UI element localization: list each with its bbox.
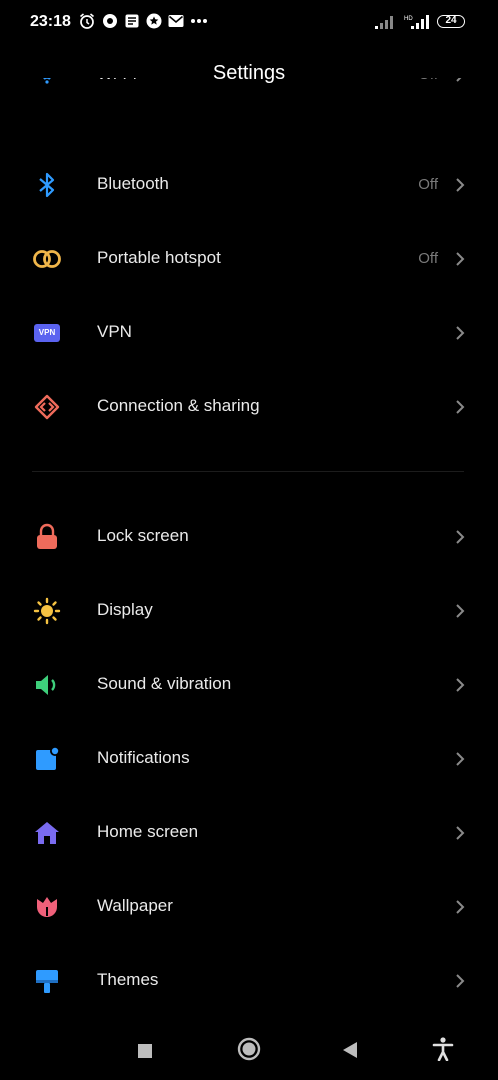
- chevron-right-icon: [456, 974, 465, 988]
- settings-item-bluetooth[interactable]: Bluetooth Off: [0, 148, 498, 222]
- status-bar: 23:18 HD 24: [0, 0, 498, 46]
- lock-icon: [32, 523, 62, 549]
- section-divider: [32, 471, 464, 472]
- settings-item-vpn[interactable]: VPN VPN: [0, 296, 498, 370]
- speaker-icon: [32, 673, 62, 697]
- chevron-right-icon: [456, 604, 465, 618]
- home-icon: [32, 821, 62, 845]
- signal-1-icon: [375, 16, 393, 29]
- navigation-bar: [0, 1020, 498, 1080]
- vpn-icon: VPN: [32, 321, 62, 345]
- settings-item-label: Home screen: [97, 822, 199, 841]
- settings-item-label: Bluetooth: [97, 174, 169, 193]
- back-triangle-icon[interactable]: [342, 1041, 358, 1059]
- settings-item-value: Off: [418, 176, 438, 193]
- settings-item-label: Notifications: [97, 748, 190, 767]
- settings-item-label: Portable hotspot: [97, 248, 221, 267]
- chevron-right-icon: [456, 252, 465, 266]
- settings-item-label: Themes: [97, 970, 159, 989]
- settings-item-label: Lock screen: [97, 526, 189, 545]
- recents-square-icon[interactable]: [137, 1043, 153, 1059]
- svg-text:HD: HD: [404, 16, 413, 22]
- settings-item-lock-screen[interactable]: Lock screen: [0, 500, 498, 574]
- settings-item-connection-sharing[interactable]: Connection & sharing: [0, 370, 498, 444]
- star-icon: [146, 13, 162, 29]
- notification-icon: [32, 746, 62, 771]
- settings-item-themes[interactable]: Themes: [0, 944, 498, 1018]
- alarm-icon: [79, 13, 95, 29]
- signal-2-icon: HD: [404, 15, 429, 29]
- chevron-right-icon: [456, 400, 465, 414]
- bluetooth-icon: [32, 172, 62, 198]
- settings-item-sound-vibration[interactable]: Sound & vibration: [0, 648, 498, 722]
- status-notification-icons: [78, 12, 208, 30]
- settings-item-display[interactable]: Display: [0, 574, 498, 648]
- settings-item-label: Connection & sharing: [97, 396, 260, 415]
- mail-icon: [168, 15, 184, 27]
- more-dots-icon: [191, 19, 207, 23]
- status-time: 23:18: [30, 13, 71, 30]
- battery-indicator: 24: [437, 15, 465, 28]
- chevron-right-icon: [456, 752, 465, 766]
- chevron-right-icon: [456, 900, 465, 914]
- hotspot-icon: [32, 247, 62, 271]
- home-circle-icon[interactable]: [237, 1037, 261, 1061]
- paint-brush-icon: [32, 969, 62, 993]
- settings-item-label: Display: [97, 600, 153, 619]
- tulip-icon: [32, 895, 62, 919]
- connection-sharing-icon: [32, 394, 62, 420]
- record-icon: [103, 14, 117, 28]
- settings-item-home-screen[interactable]: Home screen: [0, 796, 498, 870]
- settings-item-notifications[interactable]: Notifications: [0, 722, 498, 796]
- chevron-right-icon: [456, 178, 465, 192]
- chevron-right-icon: [456, 826, 465, 840]
- settings-item-wallpaper[interactable]: Wallpaper: [0, 870, 498, 944]
- accessibility-icon[interactable]: [432, 1037, 454, 1061]
- document-icon: [125, 14, 139, 28]
- chevron-right-icon: [456, 326, 465, 340]
- chevron-right-icon: [456, 530, 465, 544]
- chevron-right-icon: [456, 678, 465, 692]
- settings-item-label: Wallpaper: [97, 896, 173, 915]
- sun-icon: [32, 597, 62, 625]
- settings-item-value: Off: [418, 250, 438, 267]
- settings-item-hotspot[interactable]: Portable hotspot Off: [0, 222, 498, 296]
- settings-item-label: Sound & vibration: [97, 674, 232, 693]
- settings-item-label: VPN: [97, 322, 132, 341]
